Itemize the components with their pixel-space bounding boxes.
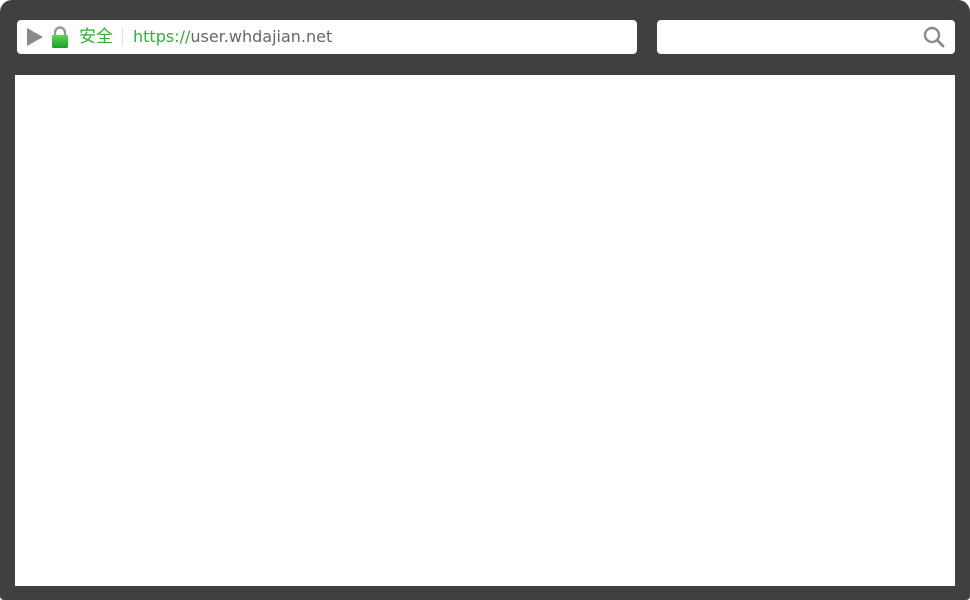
search-icon[interactable] — [923, 26, 945, 48]
lock-icon — [52, 26, 68, 48]
play-icon[interactable] — [27, 27, 43, 47]
browser-window-frame: 安全 https://user.whdajian.net — [0, 0, 970, 600]
page-content-area — [15, 75, 955, 586]
secure-label: 安全 — [79, 27, 123, 47]
url-text[interactable]: https://user.whdajian.net — [133, 20, 332, 54]
url-scheme: https:// — [133, 27, 191, 46]
url-host: user.whdajian.net — [190, 27, 333, 46]
search-input[interactable] — [657, 20, 955, 54]
address-bar[interactable]: 安全 https://user.whdajian.net — [17, 20, 637, 54]
